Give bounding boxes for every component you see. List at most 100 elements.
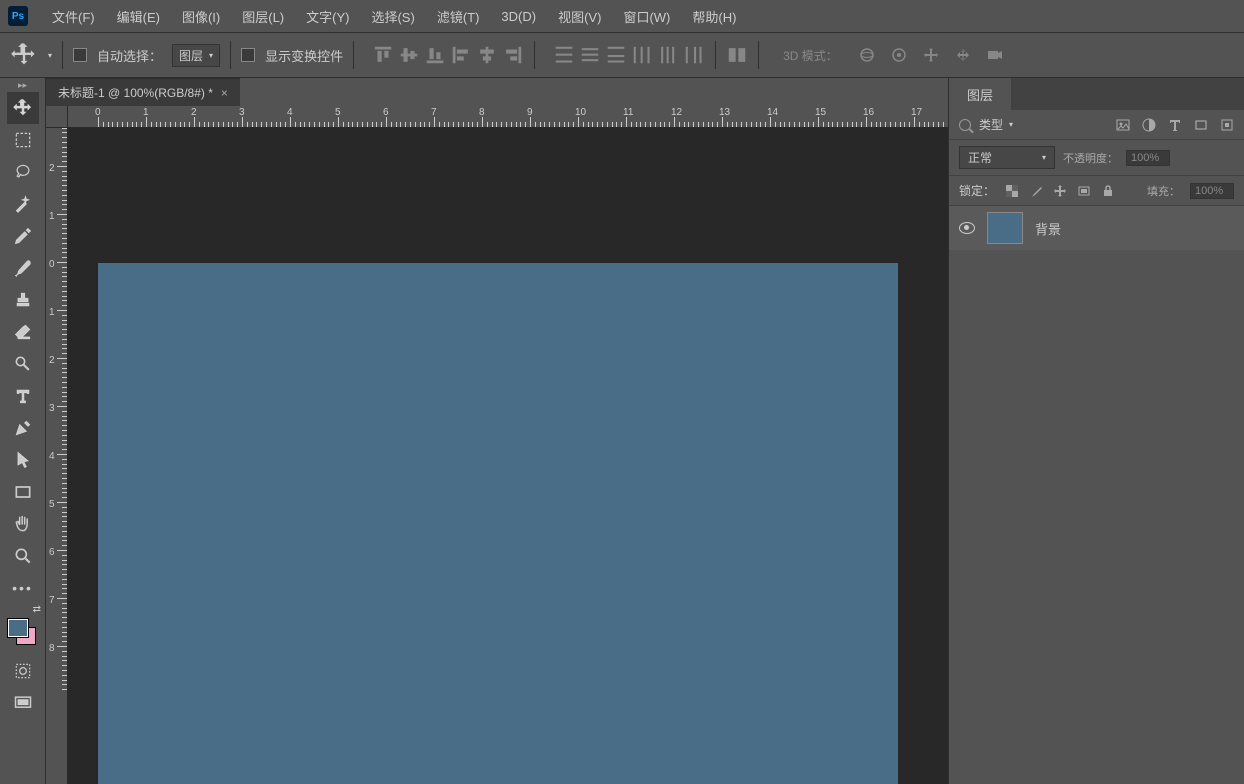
tools-panel: ▸▸ ••• ⇄ [0, 78, 46, 784]
screenmode-tool[interactable] [7, 687, 39, 719]
canvas-viewport[interactable] [68, 128, 948, 784]
lock-position-icon[interactable] [1053, 184, 1067, 198]
distribute-vcenter-icon[interactable] [579, 44, 601, 66]
menu-filter[interactable]: 滤镜(T) [427, 3, 490, 30]
marquee-tool[interactable] [7, 124, 39, 156]
close-tab-icon[interactable]: × [221, 86, 228, 100]
ruler-number: 14 [767, 107, 778, 118]
layer-filter-row: 类型 ▾ [949, 110, 1244, 140]
ruler-origin[interactable] [46, 106, 68, 128]
options-bar: ▾ 自动选择： 图层 ▾ 显示变换控件 3D 模式： [0, 33, 1244, 78]
ruler-number: 5 [49, 499, 55, 510]
align-right-icon[interactable] [502, 44, 524, 66]
swap-colors-icon[interactable]: ⇄ [33, 604, 41, 615]
lock-artboard-icon[interactable] [1077, 184, 1091, 198]
zoom-tool[interactable] [7, 540, 39, 572]
document-tab[interactable]: 未标题-1 @ 100%(RGB/8#) * × [46, 78, 240, 106]
lasso-tool[interactable] [7, 156, 39, 188]
3d-roll-icon[interactable] [890, 46, 908, 64]
rectangle-tool[interactable] [7, 476, 39, 508]
distribute-left-icon[interactable] [631, 44, 653, 66]
color-swatches[interactable] [6, 617, 40, 647]
pen-tool[interactable] [7, 412, 39, 444]
ruler-number: 13 [719, 107, 730, 118]
lock-pixels-icon[interactable] [1029, 184, 1043, 198]
ruler-horizontal[interactable]: 01234567891011121314151617 [68, 106, 948, 128]
path-select-tool[interactable] [7, 444, 39, 476]
filter-pixel-icon[interactable] [1116, 118, 1130, 132]
stamp-tool[interactable] [7, 284, 39, 316]
tool-preset-chevron-icon[interactable]: ▾ [48, 51, 52, 60]
layer-row-background[interactable]: 背景 [949, 206, 1244, 250]
document-area: 未标题-1 @ 100%(RGB/8#) * × 012345678910111… [46, 78, 948, 784]
canvas-artboard[interactable] [98, 263, 898, 784]
3d-orbit-icon[interactable] [858, 46, 876, 64]
panel-grip-icon[interactable]: ▸▸ [0, 78, 46, 92]
move-tool-indicator-icon [10, 41, 38, 69]
align-bottom-icon[interactable] [424, 44, 446, 66]
menu-help[interactable]: 帮助(H) [682, 3, 746, 30]
ruler-number: 8 [49, 643, 55, 654]
filter-adjust-icon[interactable] [1142, 118, 1156, 132]
auto-align-icon[interactable] [726, 44, 748, 66]
filter-smart-icon[interactable] [1220, 118, 1234, 132]
lock-transparency-icon[interactable] [1005, 184, 1019, 198]
auto-select-target-dropdown[interactable]: 图层 ▾ [172, 44, 220, 67]
layers-panel: 图层 类型 ▾ 正常 ▾ 不透明度： 100% 锁定 [948, 78, 1244, 784]
3d-slide-icon[interactable] [954, 46, 972, 64]
magic-wand-tool[interactable] [7, 188, 39, 220]
distribute-hcenter-icon[interactable] [657, 44, 679, 66]
distribute-bottom-icon[interactable] [605, 44, 627, 66]
menu-edit[interactable]: 编辑(E) [107, 3, 170, 30]
eyedropper-tool[interactable] [7, 220, 39, 252]
filter-type-icon[interactable] [1168, 118, 1182, 132]
ruler-number: 2 [49, 355, 55, 366]
align-top-icon[interactable] [372, 44, 394, 66]
tab-layers[interactable]: 图层 [949, 78, 1011, 111]
layer-visibility-icon[interactable] [959, 222, 975, 234]
menu-image[interactable]: 图像(I) [172, 3, 230, 30]
menu-view[interactable]: 视图(V) [548, 3, 611, 30]
hand-tool[interactable] [7, 508, 39, 540]
menu-select[interactable]: 选择(S) [361, 3, 424, 30]
filter-shape-icon[interactable] [1194, 118, 1208, 132]
brush-tool[interactable] [7, 252, 39, 284]
divider [534, 41, 535, 69]
align-left-icon[interactable] [450, 44, 472, 66]
ruler-vertical[interactable]: 321012345678 [46, 128, 68, 784]
divider [230, 41, 231, 69]
align-hcenter-icon[interactable] [476, 44, 498, 66]
3d-pan-icon[interactable] [922, 46, 940, 64]
distribute-right-icon[interactable] [683, 44, 705, 66]
3d-camera-icon[interactable] [986, 46, 1004, 64]
document-tab-title: 未标题-1 @ 100%(RGB/8#) * [58, 84, 213, 101]
align-vcenter-icon[interactable] [398, 44, 420, 66]
menu-3d[interactable]: 3D(D) [491, 5, 546, 28]
move-tool[interactable] [7, 92, 39, 124]
blend-mode-value: 正常 [968, 149, 992, 166]
fill-input[interactable]: 100% [1190, 183, 1234, 199]
layer-thumbnail[interactable] [987, 212, 1023, 244]
distribute-top-icon[interactable] [553, 44, 575, 66]
quickmask-tool[interactable] [7, 655, 39, 687]
dodge-tool[interactable] [7, 348, 39, 380]
ruler-number: 17 [911, 107, 922, 118]
type-tool[interactable] [7, 380, 39, 412]
filter-kind-dropdown[interactable]: 类型 ▾ [979, 116, 1108, 133]
opacity-input[interactable]: 100% [1126, 150, 1170, 166]
menu-file[interactable]: 文件(F) [42, 3, 105, 30]
chevron-down-icon: ▾ [1009, 120, 1013, 129]
blend-mode-dropdown[interactable]: 正常 ▾ [959, 146, 1055, 169]
lock-all-icon[interactable] [1101, 184, 1115, 198]
foreground-color-swatch[interactable] [8, 619, 28, 637]
panel-tab-bar: 图层 [949, 78, 1244, 110]
eraser-tool[interactable] [7, 316, 39, 348]
show-transform-checkbox[interactable] [241, 48, 255, 62]
auto-select-checkbox[interactable] [73, 48, 87, 62]
menu-type[interactable]: 文字(Y) [296, 3, 359, 30]
edit-toolbar[interactable]: ••• [7, 572, 39, 604]
menu-layer[interactable]: 图层(L) [232, 3, 294, 30]
menu-window[interactable]: 窗口(W) [613, 3, 680, 30]
ruler-number: 6 [49, 547, 55, 558]
divider [353, 41, 354, 69]
